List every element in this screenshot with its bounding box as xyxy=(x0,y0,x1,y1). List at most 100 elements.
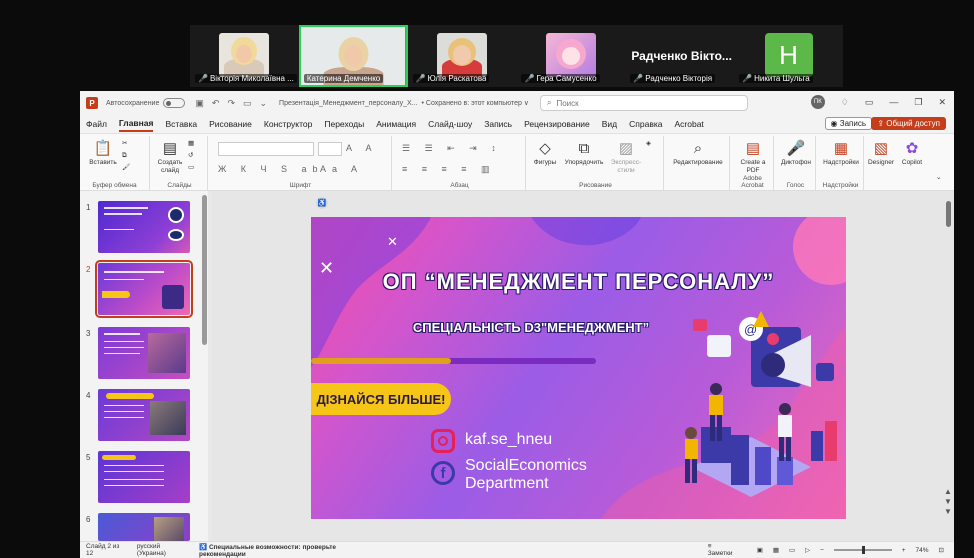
arrange-button[interactable]: ⧉ Упорядочить xyxy=(562,140,606,167)
close-icon[interactable]: ✕ xyxy=(938,97,946,108)
present-icon[interactable]: ▭ xyxy=(243,98,252,109)
slideshow-view-icon[interactable]: ▷ xyxy=(805,546,810,554)
participant-name-tag: 🎤 Никита Шульга xyxy=(739,74,813,83)
align-buttons[interactable]: ≡ ≡ ≡ ≡ ▥ xyxy=(402,164,496,175)
accessibility-icon[interactable]: ♿ xyxy=(316,197,328,209)
shapes-button[interactable]: ◇ Фигуры xyxy=(530,140,560,167)
tab-file[interactable]: Файл xyxy=(86,117,107,131)
tab-home[interactable]: Главная xyxy=(118,116,154,132)
participant-name: Радченко Вікторія xyxy=(645,74,713,83)
customize-qat-icon[interactable]: ⌄ xyxy=(260,98,268,109)
tab-slideshow[interactable]: Слайд-шоу xyxy=(428,117,472,131)
language-indicator[interactable]: русский (Украина) xyxy=(137,543,189,557)
slide-thumbnail[interactable] xyxy=(98,327,190,379)
reading-view-icon[interactable]: ▭ xyxy=(789,546,795,554)
sorter-view-icon[interactable]: ▦ xyxy=(773,546,779,554)
participant-strip: 🎤 Вікторія Миколаївна ... Катерина Демчен… xyxy=(190,25,843,87)
participant-tile[interactable]: Н 🎤 Никита Шульга xyxy=(734,25,843,87)
slide-thumbnail[interactable] xyxy=(98,389,190,441)
font-format-buttons[interactable]: Ж К Ч S ab xyxy=(218,164,324,174)
tab-insert[interactable]: Вставка xyxy=(165,117,197,131)
tab-acrobat[interactable]: Acrobat xyxy=(675,117,704,131)
font-color-buttons[interactable]: Aa A xyxy=(320,164,363,174)
participant-initial-avatar: Н xyxy=(764,33,813,77)
maximize-icon[interactable]: ❐ xyxy=(914,97,922,108)
paste-button[interactable]: 📋 Вставить xyxy=(86,140,120,167)
canvas-scrollbar[interactable] xyxy=(946,201,951,227)
current-slide[interactable]: ✕ ✕ @ ОП “МЕНЕДЖМЕНТ ПЕРСОНАЛУ” СПЕЦІАЛЬ… xyxy=(311,217,846,519)
section-button[interactable]: ▭ xyxy=(188,164,194,172)
group-label-font: Шрифт xyxy=(289,182,312,189)
normal-view-icon[interactable]: ▣ xyxy=(757,546,763,554)
user-avatar[interactable]: ПК xyxy=(810,95,825,109)
participant-tile[interactable]: Радченко Вікто... 🎤 Радченко Вікторія xyxy=(625,25,735,87)
window-controls: ПК ♢ ▭ — ❐ ✕ xyxy=(810,95,946,109)
slide-thumbnail-selected[interactable] xyxy=(95,260,193,318)
record-button[interactable]: ◉ Запись xyxy=(824,117,872,130)
copilot-button[interactable]: ✿ Copilot xyxy=(898,140,926,167)
participant-tile[interactable]: 🎤 Вікторія Миколаївна ... xyxy=(190,25,299,87)
document-title[interactable]: Презентація_Менеджмент_персоналу_Х... xyxy=(279,100,417,107)
font-name-input[interactable] xyxy=(218,142,314,156)
new-slide-button[interactable]: ▤ Создать слайд xyxy=(156,140,184,175)
layout-button[interactable]: ▦ xyxy=(188,140,194,148)
create-pdf-button[interactable]: ▤ Create a PDF xyxy=(734,140,772,175)
slide-thumbnail[interactable] xyxy=(98,513,190,541)
tab-animations[interactable]: Анимация xyxy=(376,117,416,131)
zoom-slider[interactable] xyxy=(833,546,892,554)
tab-design[interactable]: Конструктор xyxy=(264,117,312,131)
learn-more-button[interactable]: ДІЗНАЙСЯ БІЛЬШЕ! xyxy=(311,383,451,415)
save-icon[interactable]: ▣ xyxy=(195,98,204,109)
tab-record[interactable]: Запись xyxy=(484,117,512,131)
editing-button[interactable]: ⌕ Редактирование xyxy=(668,140,728,167)
participant-display-name: Радченко Вікто... xyxy=(631,49,732,63)
tab-help[interactable]: Справка xyxy=(629,117,662,131)
tab-draw[interactable]: Рисование xyxy=(209,117,252,131)
slide-thumbnail[interactable] xyxy=(98,201,190,253)
dictate-button[interactable]: 🎤 Диктофон xyxy=(778,140,814,167)
slide-nav-arrows[interactable]: ▲ ▼ ▼ xyxy=(944,487,952,517)
reset-button[interactable]: ↺ xyxy=(188,152,193,160)
share-button[interactable]: ⇪ Общий доступ xyxy=(871,117,946,130)
notes-button[interactable]: ≡ Заметки xyxy=(708,543,747,557)
search-box[interactable]: ⌕ Поиск xyxy=(540,95,748,111)
tab-transitions[interactable]: Переходы xyxy=(324,117,364,131)
designer-button[interactable]: ▧ Designer xyxy=(866,140,896,167)
bg-blob-top xyxy=(531,217,641,246)
accessibility-status[interactable]: ♿ Специальные возможности: проверьте рек… xyxy=(199,543,378,558)
participant-tile[interactable]: 🎤 Юлія Раскатова xyxy=(407,25,517,87)
bar-block xyxy=(777,457,793,485)
mic-muted-icon: 🎤 xyxy=(524,74,535,83)
progress-line-accent xyxy=(311,358,451,364)
active-speaker-tile[interactable]: Катерина Демченко xyxy=(298,25,408,87)
lightbulb-icon[interactable]: ♢ xyxy=(841,97,849,108)
list-buttons[interactable]: ☰ ☰ ⇤ ⇥ ↕ xyxy=(402,143,502,154)
shape-fill-button[interactable]: ◈ xyxy=(646,140,651,148)
quick-styles-button[interactable]: ▨ Экспресс-стили xyxy=(608,140,644,175)
zoom-out-icon[interactable]: − xyxy=(820,547,824,554)
participant-photo xyxy=(545,33,596,77)
minimize-icon[interactable]: — xyxy=(889,97,898,107)
zoom-in-icon[interactable]: + xyxy=(902,547,906,554)
undo-icon[interactable]: ↶ xyxy=(212,98,220,109)
addins-button[interactable]: ▦ Надстройки xyxy=(820,140,862,167)
tab-review[interactable]: Рецензирование xyxy=(524,117,590,131)
group-font: A A Ж К Ч S ab Aa A Шрифт xyxy=(210,136,392,190)
fit-to-window-icon[interactable]: ⊡ xyxy=(939,546,944,554)
format-painter-button[interactable]: 🖌 xyxy=(122,164,130,172)
copy-button[interactable]: ⧉ xyxy=(122,152,127,160)
collapse-ribbon-icon[interactable]: ⌄ xyxy=(936,174,941,182)
redo-icon[interactable]: ↷ xyxy=(227,98,235,109)
font-size-controls[interactable]: A A xyxy=(346,143,378,153)
ribbon-display-icon[interactable]: ▭ xyxy=(865,97,874,108)
autosave-toggle[interactable] xyxy=(163,98,186,108)
zoom-level[interactable]: 74% xyxy=(916,547,929,554)
zoom-slider-handle[interactable] xyxy=(861,546,865,554)
save-status[interactable]: • Сохранено в: этот компьютер ∨ xyxy=(422,99,529,107)
font-size-input[interactable] xyxy=(318,142,342,156)
tab-view[interactable]: Вид xyxy=(602,117,617,131)
slide-thumbnail[interactable] xyxy=(98,451,190,503)
cut-button[interactable]: ✂ xyxy=(122,140,127,148)
participant-tile[interactable]: 🎤 Гера Самусенко xyxy=(516,25,626,87)
thumbnails-scrollbar[interactable] xyxy=(202,195,207,345)
